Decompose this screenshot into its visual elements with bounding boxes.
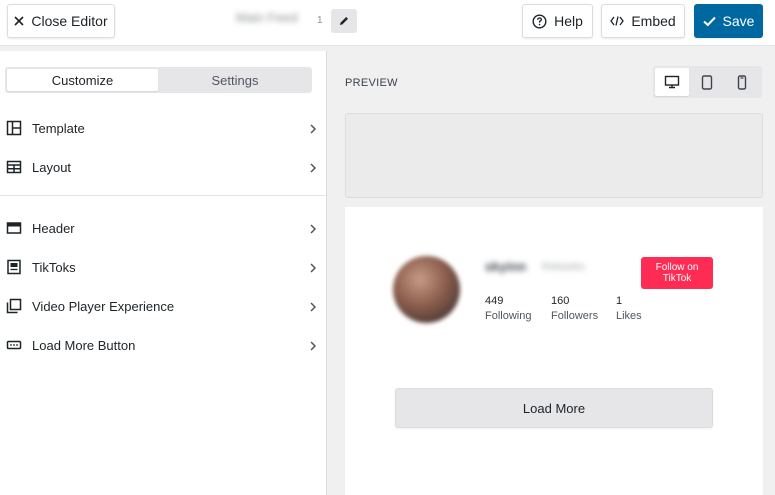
sidebar-item-video-player-experience[interactable]: Video Player Experience	[0, 288, 326, 324]
help-label: Help	[554, 13, 583, 29]
close-editor-button[interactable]: Close Editor	[7, 4, 115, 38]
mobile-icon	[737, 74, 747, 90]
chevron-right-icon	[310, 302, 317, 312]
profile-display-name: Rekeeks	[542, 261, 585, 273]
sidebar-item-header[interactable]: Header	[0, 210, 326, 246]
stat-label: Likes	[616, 310, 642, 322]
desktop-icon	[664, 75, 680, 89]
chevron-right-icon	[310, 163, 317, 173]
edit-feed-name-button[interactable]	[331, 9, 357, 33]
tablet-icon	[701, 74, 713, 90]
embed-label: Embed	[631, 13, 676, 29]
help-icon	[532, 13, 547, 29]
load-more-button[interactable]: Load More	[395, 388, 713, 428]
sidebar-item-label: Template	[32, 120, 85, 136]
sidebar-item-label: Load More Button	[32, 337, 136, 353]
feed-name-suffix: 1	[317, 15, 323, 26]
sidebar-divider	[0, 195, 326, 196]
template-icon	[6, 120, 22, 136]
embed-button[interactable]: Embed	[601, 4, 685, 38]
stat-value: 160	[551, 295, 570, 307]
code-icon	[610, 16, 625, 26]
device-switcher	[653, 66, 762, 98]
stat-following: 449 Following	[485, 294, 531, 324]
chevron-right-icon	[310, 224, 317, 234]
top-toolbar: Close Editor Main Feed 1 Help Embed Save	[0, 0, 775, 46]
header-icon	[6, 222, 22, 234]
follow-on-tiktok-button[interactable]: Follow on TikTok	[641, 257, 713, 289]
sidebar-item-label: Header	[32, 220, 75, 236]
customizer-sidebar: Customize Settings Template Layout Heade…	[0, 51, 327, 495]
layout-icon	[6, 160, 22, 174]
desktop-view-button[interactable]	[655, 68, 689, 96]
pencil-icon	[340, 17, 348, 25]
close-icon	[14, 16, 24, 26]
feed-name: Main Feed	[236, 10, 298, 25]
tiktoks-icon	[7, 259, 21, 275]
preview-header-placeholder	[345, 113, 763, 198]
stat-followers: 160 Followers	[551, 294, 598, 324]
chevron-right-icon	[310, 341, 317, 351]
tab-customize[interactable]: Customize	[7, 69, 158, 91]
sidebar-item-label: TikToks	[32, 259, 76, 275]
stat-label: Followers	[551, 310, 599, 322]
stat-label: Following	[485, 310, 532, 322]
sidebar-item-label: Layout	[32, 159, 72, 175]
sidebar-item-tiktoks[interactable]: TikToks	[0, 249, 326, 285]
tablet-view-button[interactable]	[690, 68, 724, 96]
checkmark-icon	[702, 16, 716, 26]
help-button[interactable]: Help	[522, 4, 593, 38]
load-more-icon	[6, 340, 22, 350]
sidebar-item-label: Video Player Experience	[32, 298, 175, 314]
mobile-view-button[interactable]	[725, 68, 759, 96]
video-player-icon	[6, 298, 22, 314]
preview-label: PREVIEW	[345, 77, 398, 89]
profile-username: skyinn	[485, 259, 527, 274]
tab-settings[interactable]: Settings	[160, 69, 310, 91]
stat-value: 449	[485, 295, 504, 307]
close-editor-label: Close Editor	[31, 13, 108, 29]
save-button[interactable]: Save	[694, 4, 763, 38]
stat-value: 1	[616, 295, 623, 307]
chevron-right-icon	[310, 263, 317, 273]
sidebar-item-load-more-button[interactable]: Load More Button	[0, 327, 326, 363]
sidebar-item-layout[interactable]: Layout	[0, 149, 326, 185]
sidebar-item-template[interactable]: Template	[0, 110, 326, 146]
sidebar-tabs: Customize Settings	[5, 67, 312, 93]
chevron-right-icon	[310, 124, 317, 134]
save-label: Save	[722, 13, 755, 29]
stat-likes: 1 Likes	[616, 294, 642, 324]
preview-feed-area	[345, 207, 763, 495]
avatar	[393, 256, 460, 323]
